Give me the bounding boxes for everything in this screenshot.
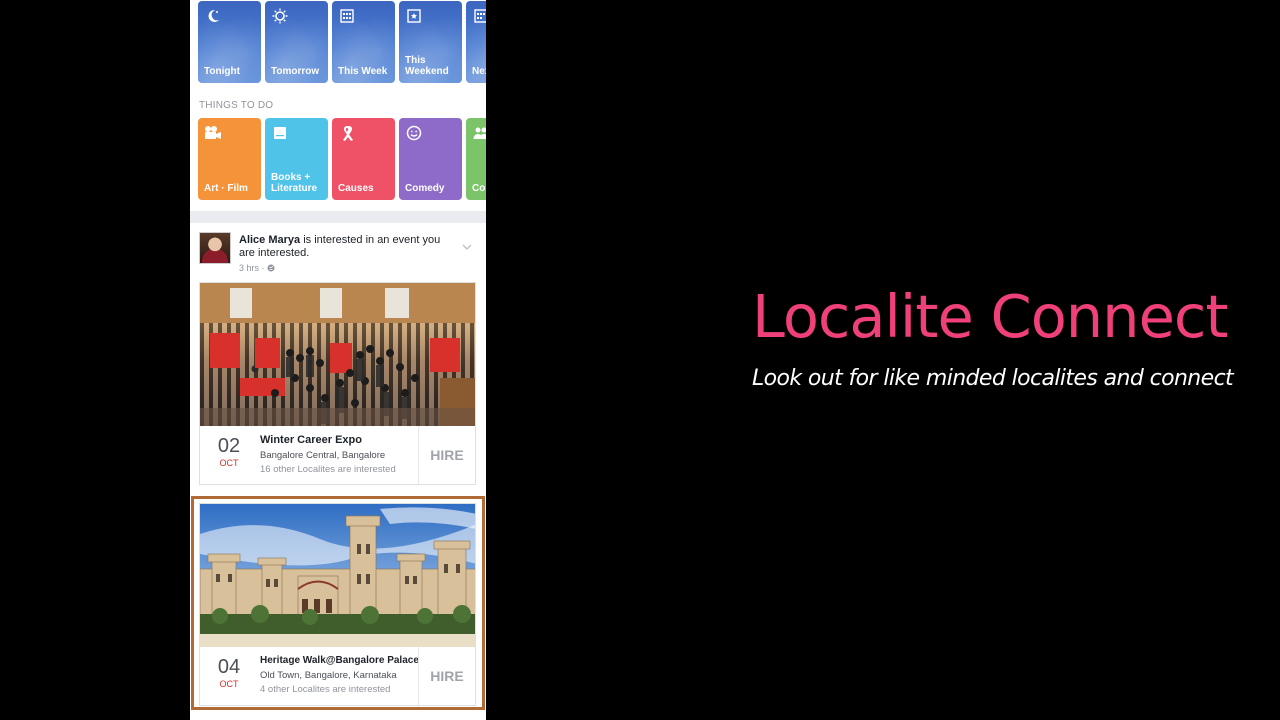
sun-icon: [271, 7, 289, 25]
story-text: Alice Marya is interested in an event yo…: [239, 234, 459, 260]
tile-label: Nex: [472, 66, 486, 77]
tile-label: This Weekend: [405, 55, 449, 77]
story-meta: 3 hrs ·: [239, 263, 275, 273]
tile-label: Comedy: [405, 183, 445, 194]
event-photo-expo: [200, 283, 475, 426]
event-day: 02: [217, 435, 241, 457]
slide-subline: Look out for like minded localites and c…: [752, 366, 1234, 391]
category-causes[interactable]: Causes: [332, 118, 395, 200]
ribbon-icon: [338, 124, 356, 142]
hire-button[interactable]: HIRE: [418, 426, 475, 484]
event-card[interactable]: 02 OCT Winter Career Expo Bangalore Cent…: [199, 282, 476, 485]
calendar-icon: [338, 7, 356, 25]
event-title[interactable]: Winter Career Expo: [260, 434, 418, 446]
story-header: Alice Marya is interested in an event yo…: [199, 232, 479, 276]
people-icon: [472, 124, 486, 142]
things-to-do-heading: THINGS TO DO: [199, 100, 274, 111]
tile-tomorrow[interactable]: Tomorrow: [265, 1, 328, 83]
section-divider: [190, 211, 486, 223]
tile-this-week[interactable]: This Week: [332, 1, 395, 83]
highlight-frame: [191, 496, 485, 710]
category-books-literature[interactable]: Books + Literature: [265, 118, 328, 200]
time-filter-row: Tonight Tomorrow This Week This Weekend …: [198, 1, 486, 83]
book-icon: [271, 124, 289, 142]
tile-label: Causes: [338, 183, 374, 194]
avatar[interactable]: [199, 232, 231, 264]
story-user-name[interactable]: Alice Marya: [239, 234, 300, 246]
event-location: Bangalore Central, Bangalore: [260, 450, 386, 461]
category-partial[interactable]: Co: [466, 118, 486, 200]
category-art-film[interactable]: Art · Film: [198, 118, 261, 200]
category-row: Art · Film Books + Literature Causes Com…: [198, 118, 486, 200]
event-details: Winter Career Expo Bangalore Central, Ba…: [260, 434, 418, 475]
calendar-icon: [472, 7, 486, 25]
tile-label: Books + Literature: [271, 172, 318, 194]
globe-icon: [267, 263, 275, 273]
tile-label: Art · Film: [204, 183, 248, 194]
calendar-star-icon: [405, 7, 423, 25]
film-camera-icon: [204, 124, 222, 142]
moon-icon: [204, 7, 222, 25]
tile-label: This Week: [338, 66, 388, 77]
tile-label: Tonight: [204, 66, 240, 77]
phone-screen: Tonight Tomorrow This Week This Weekend …: [190, 0, 486, 720]
slide-headline: Localite Connect: [752, 282, 1228, 351]
event-date: 02 OCT: [200, 426, 258, 484]
event-info-bar: 02 OCT Winter Career Expo Bangalore Cent…: [200, 426, 475, 484]
tile-label: Co: [472, 183, 486, 194]
event-month: OCT: [219, 458, 239, 468]
category-comedy[interactable]: Comedy: [399, 118, 462, 200]
tile-next[interactable]: Nex: [466, 1, 486, 83]
chevron-down-icon[interactable]: [461, 240, 473, 252]
story-time: 3 hrs ·: [239, 263, 268, 273]
tile-this-weekend[interactable]: This Weekend: [399, 1, 462, 83]
tile-label: Tomorrow: [271, 66, 320, 77]
event-interested: 16 other Localites are interested: [260, 464, 396, 475]
tile-tonight[interactable]: Tonight: [198, 1, 261, 83]
smiley-icon: [405, 124, 423, 142]
